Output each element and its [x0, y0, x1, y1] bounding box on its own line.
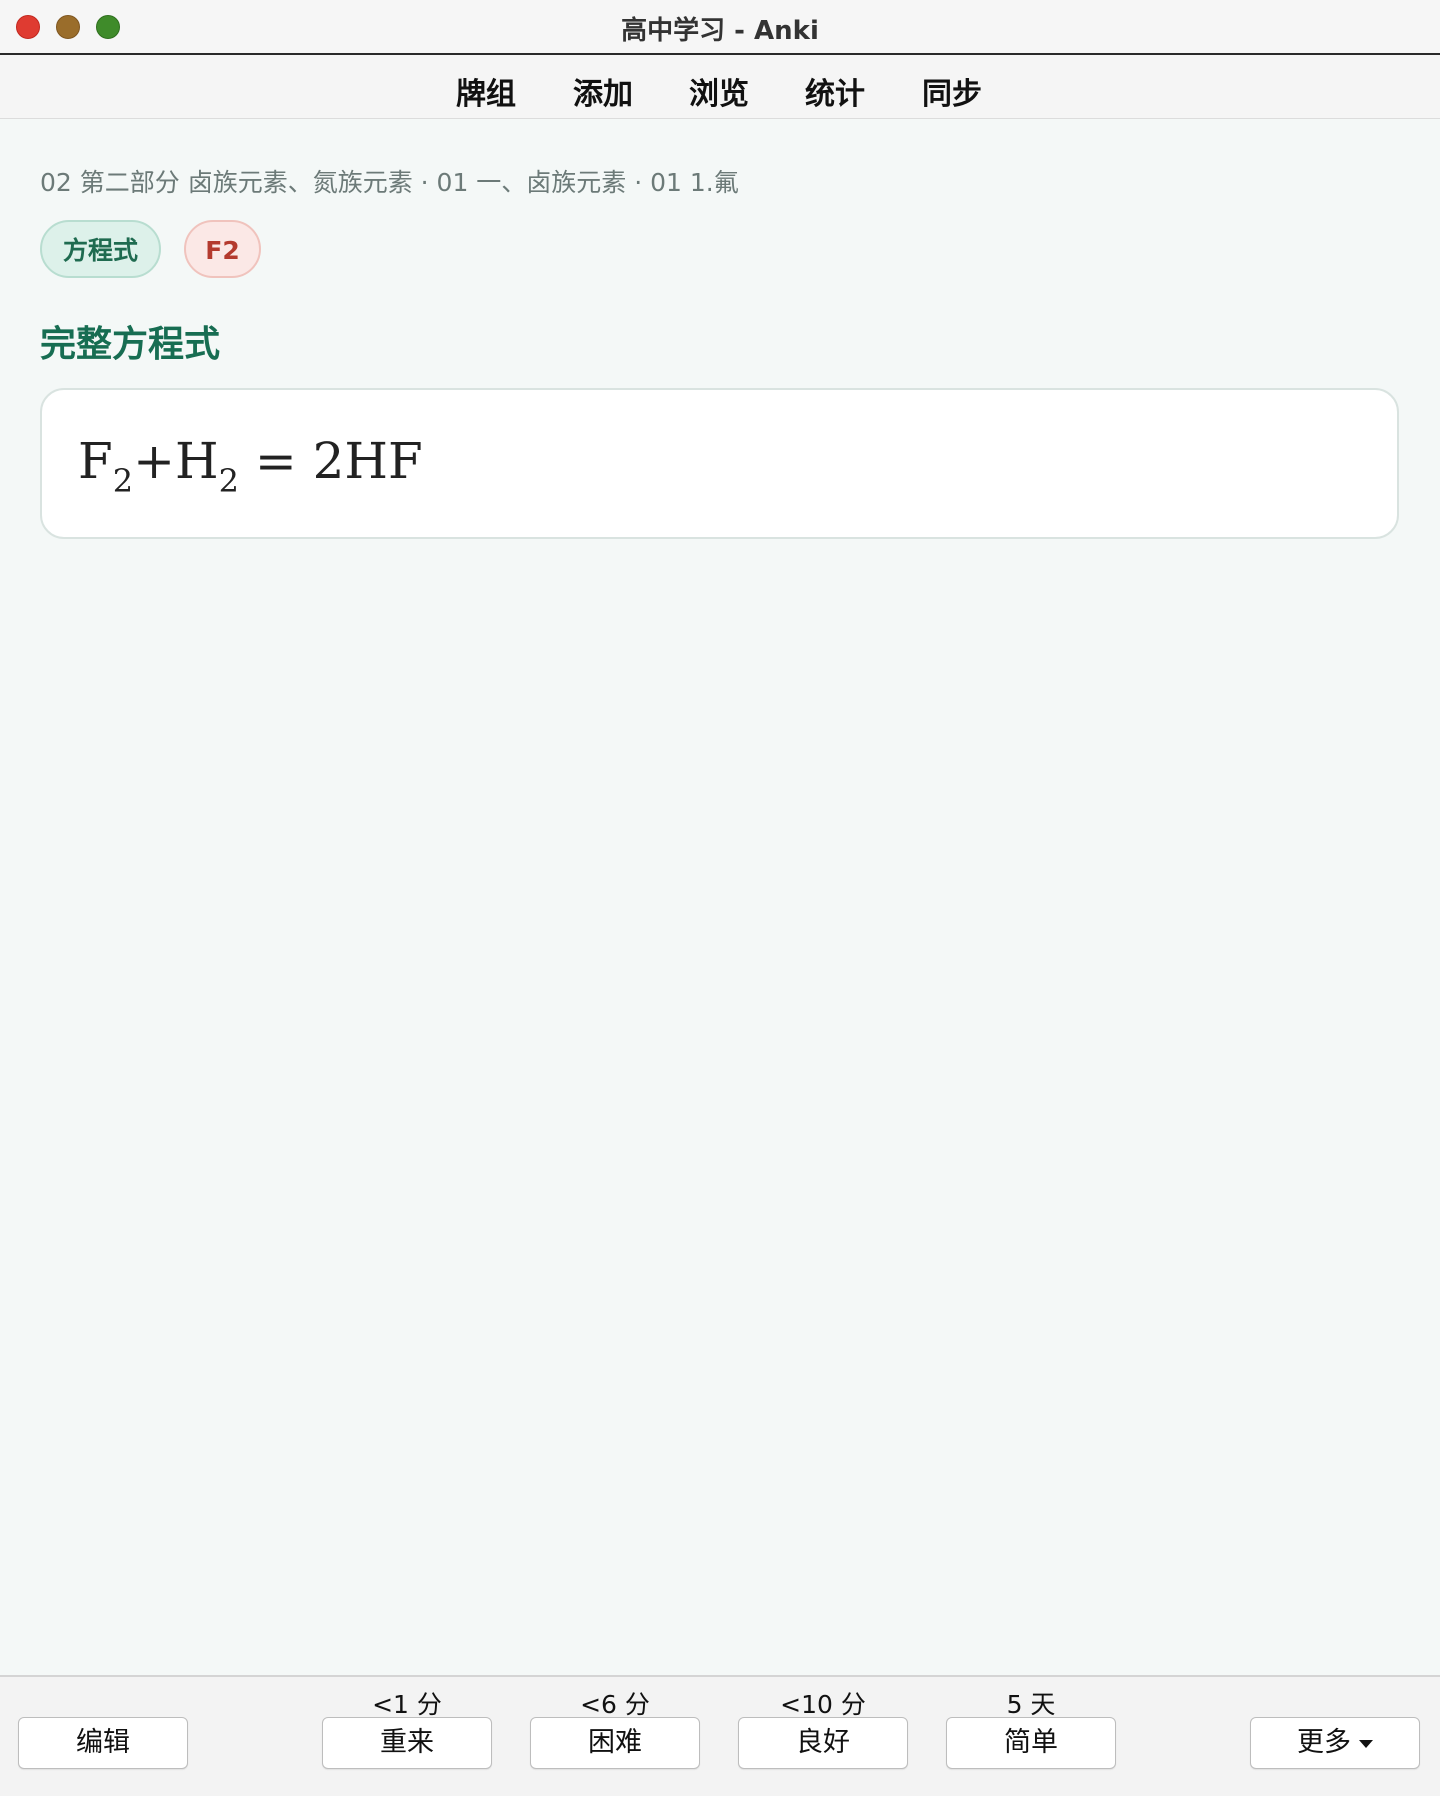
caret-down-icon: [1359, 1739, 1373, 1748]
easy-button[interactable]: 简单: [946, 1717, 1116, 1769]
tag-f2: F2: [184, 220, 261, 278]
chemical-equation: F2+H2 = 2HF: [78, 432, 423, 500]
deck-breadcrumb: 02 第二部分 卤族元素、氮族元素 · 01 一、卤族元素 · 01 1.氟: [40, 168, 739, 197]
toolbar-add[interactable]: 添加: [573, 69, 633, 113]
formula-part: +H: [133, 432, 219, 490]
again-button[interactable]: 重来: [322, 1717, 492, 1769]
good-button[interactable]: 良好: [738, 1717, 908, 1769]
review-bottom-bar: 编辑 <1 分 重来 <6 分 困难 <10 分 良好 5 天 简单 更多: [0, 1675, 1440, 1796]
more-label: 更多: [1297, 1727, 1351, 1758]
window-title: 高中学习 - Anki: [621, 16, 819, 46]
formula-part: = 2HF: [238, 432, 423, 490]
section-title: 完整方程式: [40, 324, 221, 365]
formula-subscript: 2: [218, 462, 239, 500]
formula-subscript: 2: [112, 462, 134, 500]
hard-button[interactable]: 困难: [530, 1717, 700, 1769]
toolbar-stats[interactable]: 统计: [805, 69, 865, 113]
more-button[interactable]: 更多: [1250, 1717, 1420, 1769]
again-interval: <1 分: [372, 1690, 442, 1719]
main-toolbar: 牌组 添加 浏览 统计 同步: [0, 55, 1440, 119]
formula-part: F: [78, 432, 113, 490]
toolbar-browse[interactable]: 浏览: [689, 69, 749, 113]
title-bar: 高中学习 - Anki: [0, 0, 1440, 55]
anki-window: 高中学习 - Anki 牌组 添加 浏览 统计 同步 02 第二部分 卤族元素、…: [0, 0, 1440, 1796]
good-interval: <10 分: [780, 1690, 866, 1719]
edit-button[interactable]: 编辑: [18, 1717, 188, 1769]
easy-interval: 5 天: [1006, 1690, 1056, 1719]
hard-interval: <6 分: [580, 1690, 650, 1719]
toolbar-decks[interactable]: 牌组: [456, 69, 516, 113]
formula-card: F2+H2 = 2HF: [40, 388, 1399, 539]
tag-equation: 方程式: [40, 220, 161, 278]
card-content: 02 第二部分 卤族元素、氮族元素 · 01 一、卤族元素 · 01 1.氟 方…: [0, 119, 1440, 1675]
toolbar-sync[interactable]: 同步: [922, 69, 982, 113]
